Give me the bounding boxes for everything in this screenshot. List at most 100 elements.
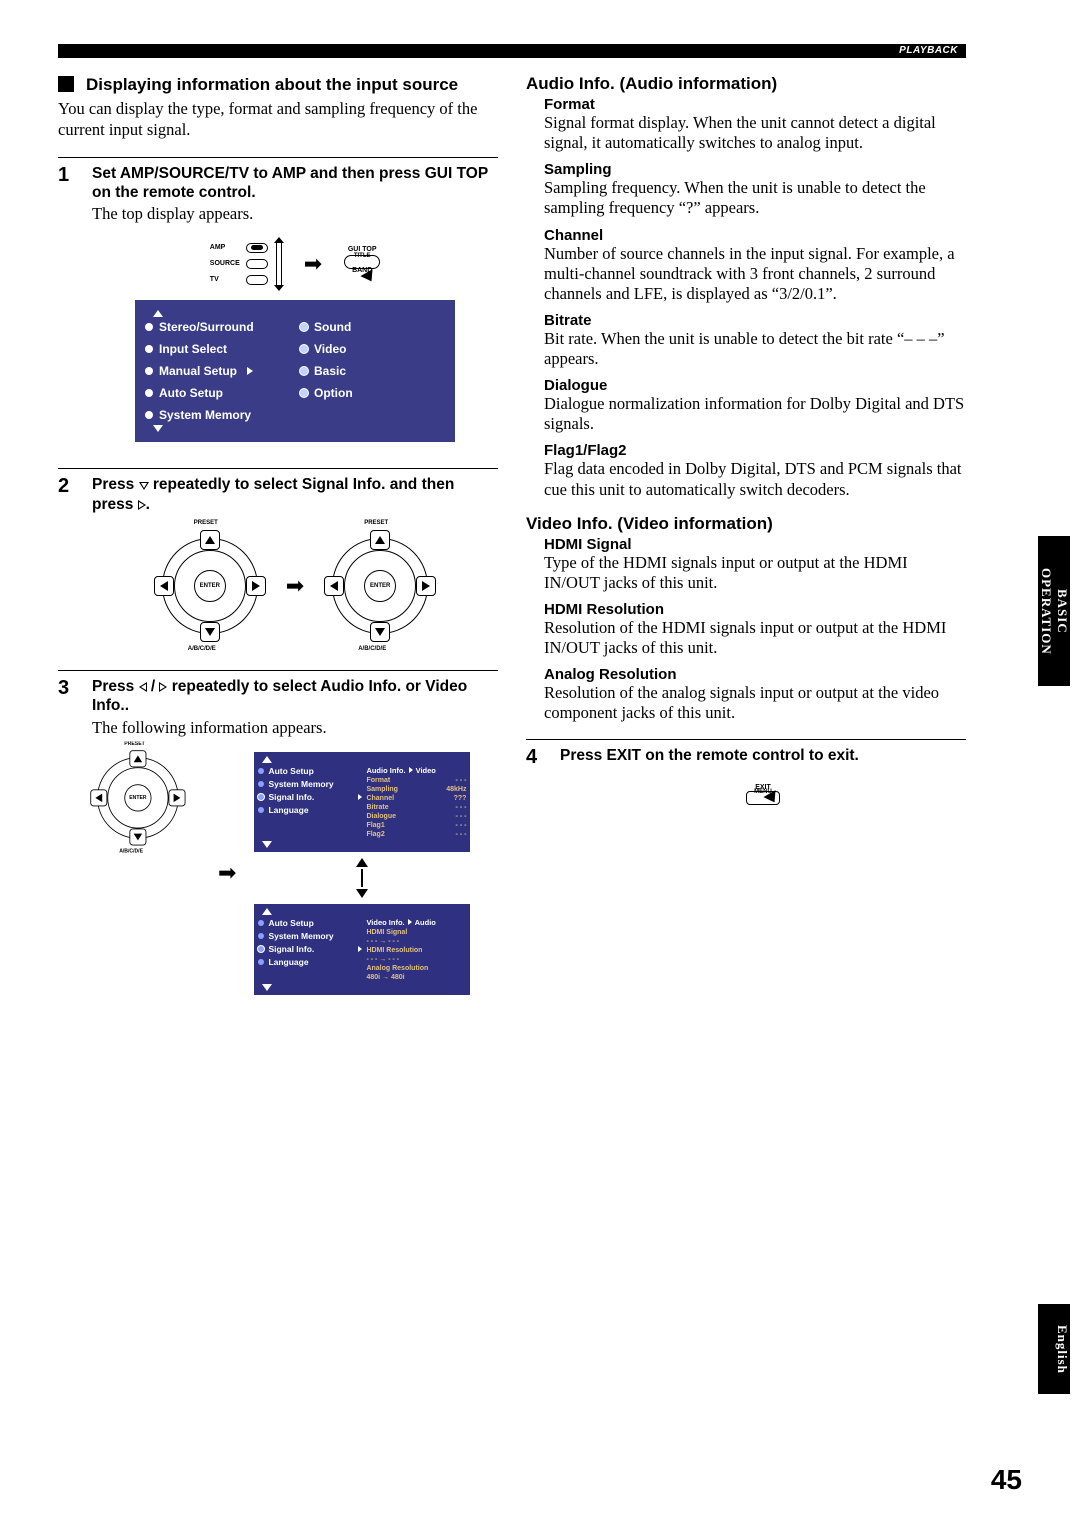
paragraph: Flag data encoded in Dolby Digital, DTS … bbox=[544, 459, 966, 499]
left-column: Displaying information about the input s… bbox=[58, 74, 498, 995]
label-preset: PRESET bbox=[364, 520, 388, 526]
figure-row: PRESET ENTER A/B/C/D/E ➡ PRESET bbox=[92, 532, 498, 640]
scroll-up-icon bbox=[153, 310, 163, 317]
paragraph: Resolution of the analog signals input o… bbox=[544, 683, 966, 723]
page-number: 45 bbox=[991, 1464, 1022, 1496]
divider bbox=[58, 670, 498, 671]
step-body: Set AMP/SOURCE/TV to AMP and then press … bbox=[92, 164, 498, 453]
arrow-right-icon: ➡ bbox=[304, 251, 322, 277]
sub-heading: Format bbox=[544, 96, 966, 113]
step-2: 2 Press repeatedly to select Signal Info… bbox=[58, 475, 498, 654]
exit-button-figure: EXIT MENU bbox=[723, 784, 803, 803]
menu-item: Sound bbox=[300, 320, 445, 334]
step-title: Press EXIT on the remote control to exit… bbox=[560, 746, 966, 765]
label-amp: AMP bbox=[210, 243, 240, 253]
step-subtext: The top display appears. bbox=[92, 204, 498, 224]
gui-top-menu: Stereo/Surround Sound Input Select Video… bbox=[135, 300, 455, 442]
sub-heading: Dialogue bbox=[544, 377, 966, 394]
section-title: Displaying information about the input s… bbox=[58, 74, 498, 95]
step-title: Press / repeatedly to select Audio Info.… bbox=[92, 677, 498, 716]
btn-label-mid: TITLE bbox=[354, 253, 371, 259]
switch-labels: AMP SOURCE TV bbox=[210, 243, 240, 285]
two-columns: Displaying information about the input s… bbox=[58, 74, 966, 995]
right-column: Audio Info. (Audio information) Format S… bbox=[526, 74, 966, 995]
label-preset: PRESET bbox=[194, 520, 218, 526]
menu-item: Video bbox=[300, 342, 445, 356]
figure-row: AMP SOURCE TV ➡ bbox=[92, 242, 498, 286]
side-tab-operation: BASIC OPERATION bbox=[1038, 536, 1070, 686]
nav-right-icon bbox=[159, 682, 167, 692]
nav-pad: PRESET ENTER A/B/C/D/E bbox=[92, 752, 184, 844]
label-tv: TV bbox=[210, 275, 240, 285]
page: PLAYBACK Displaying information about th… bbox=[58, 44, 966, 995]
divider bbox=[526, 739, 966, 740]
nav-up-btn bbox=[370, 530, 390, 550]
nav-right-btn bbox=[416, 576, 436, 596]
menu-item: Auto Setup bbox=[145, 386, 290, 400]
submenu-arrow-icon bbox=[247, 367, 253, 375]
switch-pos-amp bbox=[246, 243, 268, 253]
paragraph: Resolution of the HDMI signals input or … bbox=[544, 618, 966, 658]
step-1: 1 Set AMP/SOURCE/TV to AMP and then pres… bbox=[58, 164, 498, 453]
sub-heading: Bitrate bbox=[544, 312, 966, 329]
step-number: 4 bbox=[526, 746, 548, 802]
arrow-right-icon: ➡ bbox=[286, 573, 304, 599]
divider bbox=[58, 157, 498, 158]
enter-button: ENTER bbox=[194, 570, 226, 602]
up-down-arrows-icon bbox=[356, 858, 368, 898]
sub-heading: HDMI Resolution bbox=[544, 601, 966, 618]
step-title: Press repeatedly to select Signal Info. … bbox=[92, 475, 498, 514]
nav-right-icon bbox=[138, 500, 146, 510]
paragraph: Signal format display. When the unit can… bbox=[544, 113, 966, 153]
nav-left-btn bbox=[324, 576, 344, 596]
nav-left-icon bbox=[139, 682, 147, 692]
menu-item: Option bbox=[300, 386, 445, 400]
step-3: 3 Press / repeatedly to select Audio Inf… bbox=[58, 677, 498, 995]
menu-item: Input Select bbox=[145, 342, 290, 356]
switch-pos-source bbox=[246, 259, 268, 269]
nav-left-btn bbox=[154, 576, 174, 596]
sub-heading: HDMI Signal bbox=[544, 536, 966, 553]
amp-source-tv-switch: AMP SOURCE TV bbox=[210, 242, 282, 286]
nav-down-icon bbox=[139, 482, 149, 490]
switch-pos-tv bbox=[246, 275, 268, 285]
label-source: SOURCE bbox=[210, 259, 240, 269]
nav-pad: PRESET ENTER A/B/C/D/E bbox=[156, 532, 264, 640]
sub-heading: Flag1/Flag2 bbox=[544, 442, 966, 459]
sub-heading: Channel bbox=[544, 227, 966, 244]
paragraph: Type of the HDMI signals input or output… bbox=[544, 553, 966, 593]
side-tab-language: English bbox=[1038, 1304, 1070, 1394]
paragraph: Dialogue normalization information for D… bbox=[544, 394, 966, 434]
arrow-right-icon: ➡ bbox=[218, 860, 236, 886]
paragraph: Sampling frequency. When the unit is una… bbox=[544, 178, 966, 218]
paragraph: Number of source channels in the input s… bbox=[544, 244, 966, 304]
intro-paragraph: You can display the type, format and sam… bbox=[58, 99, 498, 140]
menu-item: Manual Setup bbox=[145, 364, 290, 378]
signal-info-video-screen: Auto Setup System Memory Signal Info. La… bbox=[254, 904, 470, 995]
enter-button: ENTER bbox=[364, 570, 396, 602]
step-title: Set AMP/SOURCE/TV to AMP and then press … bbox=[92, 164, 498, 203]
step-number: 1 bbox=[58, 164, 80, 453]
signal-info-audio-screen: Auto Setup System Memory Signal Info. La… bbox=[254, 752, 470, 852]
menu-item: System Memory bbox=[145, 408, 290, 422]
nav-right-btn bbox=[246, 576, 266, 596]
nav-pad: PRESET ENTER A/B/C/D/E bbox=[326, 532, 434, 640]
header-rule: PLAYBACK bbox=[58, 44, 966, 58]
step-number: 2 bbox=[58, 475, 80, 654]
step-4: 4 Press EXIT on the remote control to ex… bbox=[526, 746, 966, 802]
step-number: 3 bbox=[58, 677, 80, 995]
video-info-heading: Video Info. (Video information) bbox=[526, 514, 966, 534]
square-bullet-icon bbox=[58, 76, 74, 92]
sub-heading: Analog Resolution bbox=[544, 666, 966, 683]
nav-down-btn bbox=[370, 622, 390, 642]
audio-info-heading: Audio Info. (Audio information) bbox=[526, 74, 966, 94]
menu-item: Stereo/Surround bbox=[145, 320, 290, 334]
header-label: PLAYBACK bbox=[899, 44, 958, 58]
btn-label-top: GUI TOP bbox=[348, 246, 377, 253]
label-abcde: A/B/C/D/E bbox=[358, 646, 386, 652]
step-subtext: The following information appears. bbox=[92, 718, 498, 738]
gui-top-button: GUI TOP TITLE BAND bbox=[344, 246, 380, 282]
paragraph: Bit rate. When the unit is unable to det… bbox=[544, 329, 966, 369]
nav-up-btn bbox=[200, 530, 220, 550]
switch-ovals bbox=[246, 243, 268, 285]
